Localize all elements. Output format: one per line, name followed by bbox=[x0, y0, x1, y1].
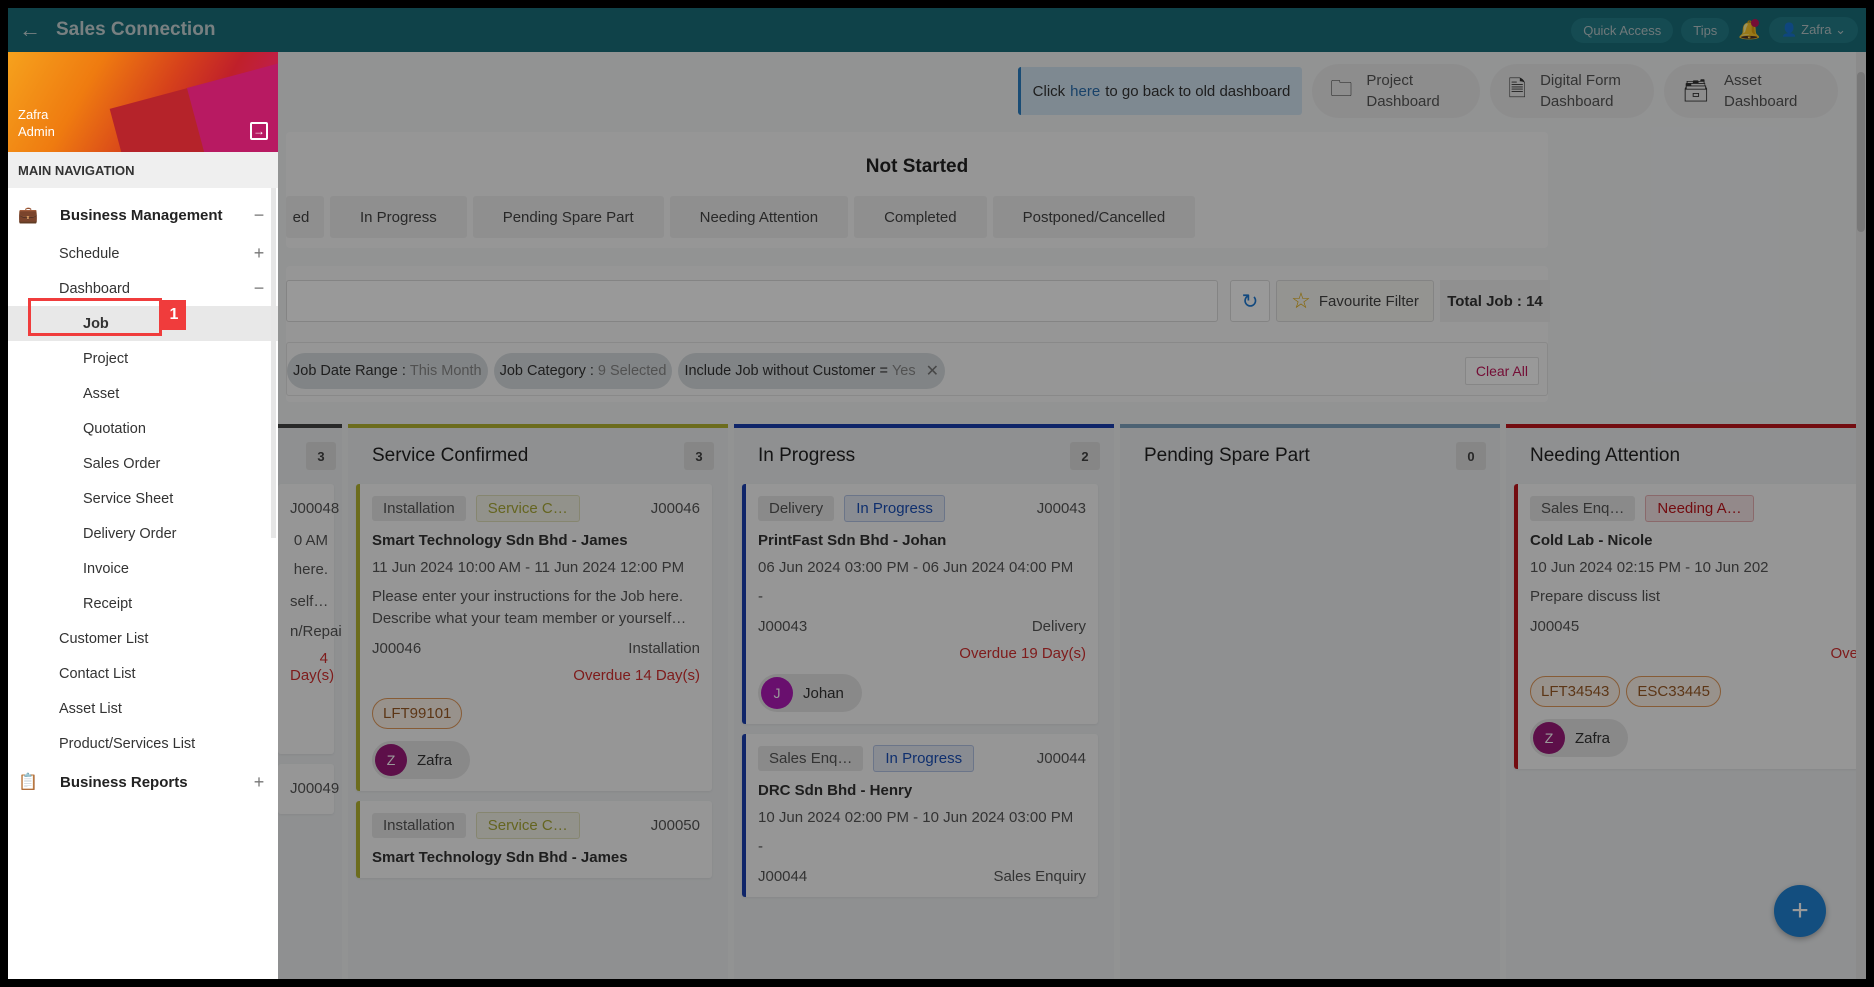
sidebar-item-sales-order[interactable]: Sales Order bbox=[8, 446, 278, 481]
collapse-icon[interactable]: − bbox=[252, 205, 266, 226]
sidebar-item-label: Receipt bbox=[83, 595, 133, 612]
sidebar-item-label: Schedule bbox=[59, 245, 120, 262]
sidebar-item-delivery-order[interactable]: Delivery Order bbox=[8, 516, 278, 551]
collapse-icon[interactable]: − bbox=[252, 278, 266, 299]
expand-icon[interactable]: + bbox=[252, 772, 266, 793]
sidebar-item-contact-list[interactable]: Contact List bbox=[8, 656, 278, 691]
profile-role: Admin bbox=[18, 124, 55, 139]
sidebar-item-label: Service Sheet bbox=[83, 490, 174, 507]
sidebar: Zafra Admin → MAIN NAVIGATION 💼 Business … bbox=[8, 52, 278, 979]
sidebar-item-quotation[interactable]: Quotation bbox=[8, 411, 278, 446]
sidebar-item-label: Quotation bbox=[83, 420, 146, 437]
sidebar-item-project[interactable]: Project bbox=[8, 341, 278, 376]
sidebar-item-label: Project bbox=[83, 350, 129, 367]
nav-list: 💼 Business Management − Schedule + Dashboard −… bbox=[8, 188, 278, 803]
expand-icon[interactable]: + bbox=[252, 243, 266, 264]
sidebar-item-label: Asset bbox=[83, 385, 120, 402]
sidebar-item-service-sheet[interactable]: Service Sheet bbox=[8, 481, 278, 516]
sidebar-item-label: Product/Services List bbox=[59, 735, 196, 752]
sidebar-item-label: Asset List bbox=[59, 700, 122, 717]
nav-header: MAIN NAVIGATION bbox=[8, 152, 278, 188]
briefcase-icon: 💼 bbox=[18, 207, 38, 224]
sidebar-item-customer-list[interactable]: Customer List bbox=[8, 621, 278, 656]
annotation-highlight bbox=[28, 298, 162, 336]
sidebar-item-schedule[interactable]: Schedule + bbox=[8, 236, 278, 271]
modal-overlay[interactable] bbox=[8, 8, 1866, 979]
clipboard-icon: 📋 bbox=[18, 774, 38, 791]
profile-info: Zafra Admin bbox=[18, 106, 55, 140]
sidebar-group-business-management[interactable]: 💼 Business Management − bbox=[8, 194, 278, 236]
profile-name: Zafra bbox=[18, 107, 49, 122]
logout-icon[interactable]: → bbox=[250, 122, 268, 140]
sidebar-item-receipt[interactable]: Receipt bbox=[8, 586, 278, 621]
app-window: ← Sales Connection Quick Access Tips 🔔 👤… bbox=[8, 8, 1866, 979]
sidebar-item-asset-list[interactable]: Asset List bbox=[8, 691, 278, 726]
sidebar-group-label: Business Reports bbox=[60, 773, 188, 791]
sidebar-item-label: Delivery Order bbox=[83, 525, 177, 542]
sidebar-item-product-services-list[interactable]: Product/Services List bbox=[8, 726, 278, 761]
sidebar-item-invoice[interactable]: Invoice bbox=[8, 551, 278, 586]
sidebar-group-business-reports[interactable]: 📋 Business Reports + bbox=[8, 761, 278, 803]
sidebar-item-label: Contact List bbox=[59, 665, 136, 682]
profile-header: Zafra Admin → bbox=[8, 52, 278, 152]
sidebar-item-asset[interactable]: Asset bbox=[8, 376, 278, 411]
sidebar-item-label: Customer List bbox=[59, 630, 149, 647]
sidebar-item-label: Invoice bbox=[83, 560, 129, 577]
annotation-badge: 1 bbox=[162, 300, 186, 330]
sidebar-group-label: Business Management bbox=[60, 206, 223, 224]
sidebar-item-label: Sales Order bbox=[83, 455, 161, 472]
sidebar-item-label: Dashboard bbox=[59, 280, 130, 297]
sidebar-scrollbar[interactable] bbox=[271, 188, 276, 538]
